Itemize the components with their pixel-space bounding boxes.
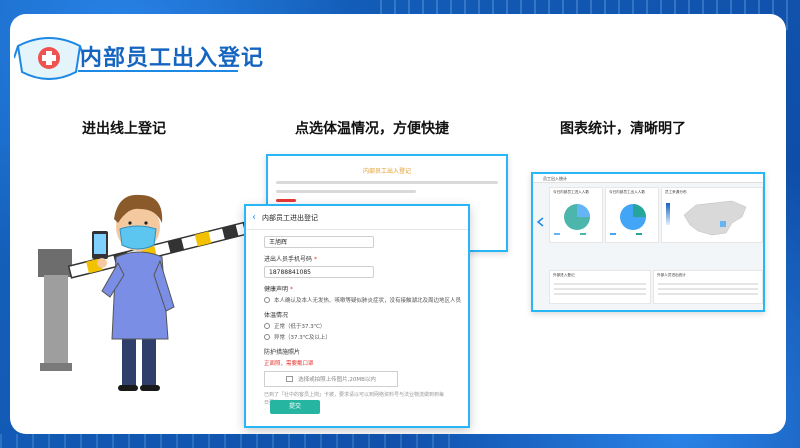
photo-label: 防护措施照片 [264,349,301,356]
temperature-label: 体温情况 [264,312,289,319]
pie-chart-icon [554,204,590,235]
form-title: 内部员工进出登记 [262,213,318,222]
dashboard-panel-external-log: 外部进入登记 [549,270,651,304]
phone-label: 进出人员手机号码 * [264,256,317,263]
submit-button[interactable]: 提交 [270,400,320,414]
dashboard-side-nav [536,217,544,227]
table-row [554,283,646,285]
panel-title: 今日内部员工出入人数 [609,190,645,194]
upload-text: 选择或拍照上传图片,20MB以内 [298,377,376,383]
temperature-field-group: 体温情况 正常（低于37.3℃） 异常（37.3℃及以上） [264,310,456,341]
china-map-icon [666,200,747,236]
temperature-abnormal-radio[interactable]: 异常（37.3℃及以上） [264,333,456,341]
background-texture-bottom [0,434,460,448]
back-arrow-icon[interactable]: ‹ [252,212,256,223]
dashboard-title: 员工出入统计 [533,174,763,183]
registration-form: ‹ 内部员工进出登记 王旭辉 进出人员手机号码 * 18788841085 健康… [244,204,470,428]
phone-field-group: 进出人员手机号码 * 18788841085 [264,254,456,278]
caption-chart-statistics: 图表统计，清晰明了 [560,121,686,137]
phone-input[interactable]: 18788841085 [264,266,374,278]
dashboard-panel-external-stats: 外部人员进出统计 [653,270,763,304]
back-form-required-mark [276,199,296,202]
health-field-group: 健康声明 * 本人确认及本人无发热、咳嗽等疑似肺炎症状，没有接触湖北及周边地区人… [264,284,461,304]
dashboard-panel-employee-in: 今日内部员工进入人数 [549,187,603,243]
table-row [658,293,758,295]
health-label: 健康声明 * [264,286,293,293]
temperature-normal-text: 正常（低于37.3℃） [274,324,326,330]
radio-circle-icon [264,323,270,329]
back-form-text-line [276,181,498,184]
radio-circle-icon [264,297,270,303]
back-form-text-line [276,190,416,193]
photo-requirement-note: 正面照，需要戴口罩 [264,361,314,367]
camera-icon [286,376,294,382]
health-option-text: 本人确认及本人无发热、咳嗽等疑似肺炎症状，没有接触湖北及周边地区人员 [274,298,462,304]
gate-person-illustration [38,194,248,391]
radio-circle-icon [264,334,270,340]
panel-title: 今日内部员工进入人数 [553,190,589,194]
temperature-abnormal-text: 异常（37.3℃及以上） [274,335,331,341]
back-form-title: 内部员工出入登记 [362,168,411,175]
statistics-dashboard: 员工出入统计 今日内部员工进入人数 今日内部员工出入人数 员工来源分布 外部进入… [531,172,765,312]
dashboard-panel-source-map: 员工来源分布 [661,187,763,243]
form-header: ‹ 内部员工进出登记 [246,206,468,230]
table-row [554,293,646,295]
required-mark: * [289,286,293,293]
caption-temperature-select: 点选体温情况，方便快捷 [295,121,449,137]
caption-online-registration: 进出线上登记 [82,121,166,137]
pie-chart-icon [610,204,646,235]
photo-upload-button[interactable]: 选择或拍照上传图片,20MB以内 [264,371,398,387]
page-title: 内部员工出入登记 [80,46,265,71]
name-field-group: 王旭辉 [264,236,456,248]
table-row [658,283,758,285]
health-declaration-radio[interactable]: 本人确认及本人无发热、咳嗽等疑似肺炎症状，没有接触湖北及周边地区人员 [264,296,461,304]
photo-field-group: 防护措施照片 正面照，需要戴口罩 选择或拍照上传图片,20MB以内 已到了「社中… [264,347,456,407]
required-mark: * [313,256,317,263]
temperature-normal-radio[interactable]: 正常（低于37.3℃） [264,322,456,330]
table-row [658,288,758,290]
panel-title: 外部进入登记 [553,273,575,277]
dashboard-panel-employee-inout: 今日内部员工出入人数 [605,187,659,243]
slide-card: 内部员工出入登记 进出线上登记 点选体温情况，方便快捷 图表统计，清晰明了 内部… [10,14,786,434]
medical-mask-icon [14,37,84,80]
panel-title: 员工来源分布 [665,190,687,194]
title-underline [78,70,238,72]
name-input[interactable]: 王旭辉 [264,236,374,248]
panel-title: 外部人员进出统计 [657,273,686,277]
title-bar: 内部员工出入登记 [10,32,786,80]
table-row [554,288,646,290]
